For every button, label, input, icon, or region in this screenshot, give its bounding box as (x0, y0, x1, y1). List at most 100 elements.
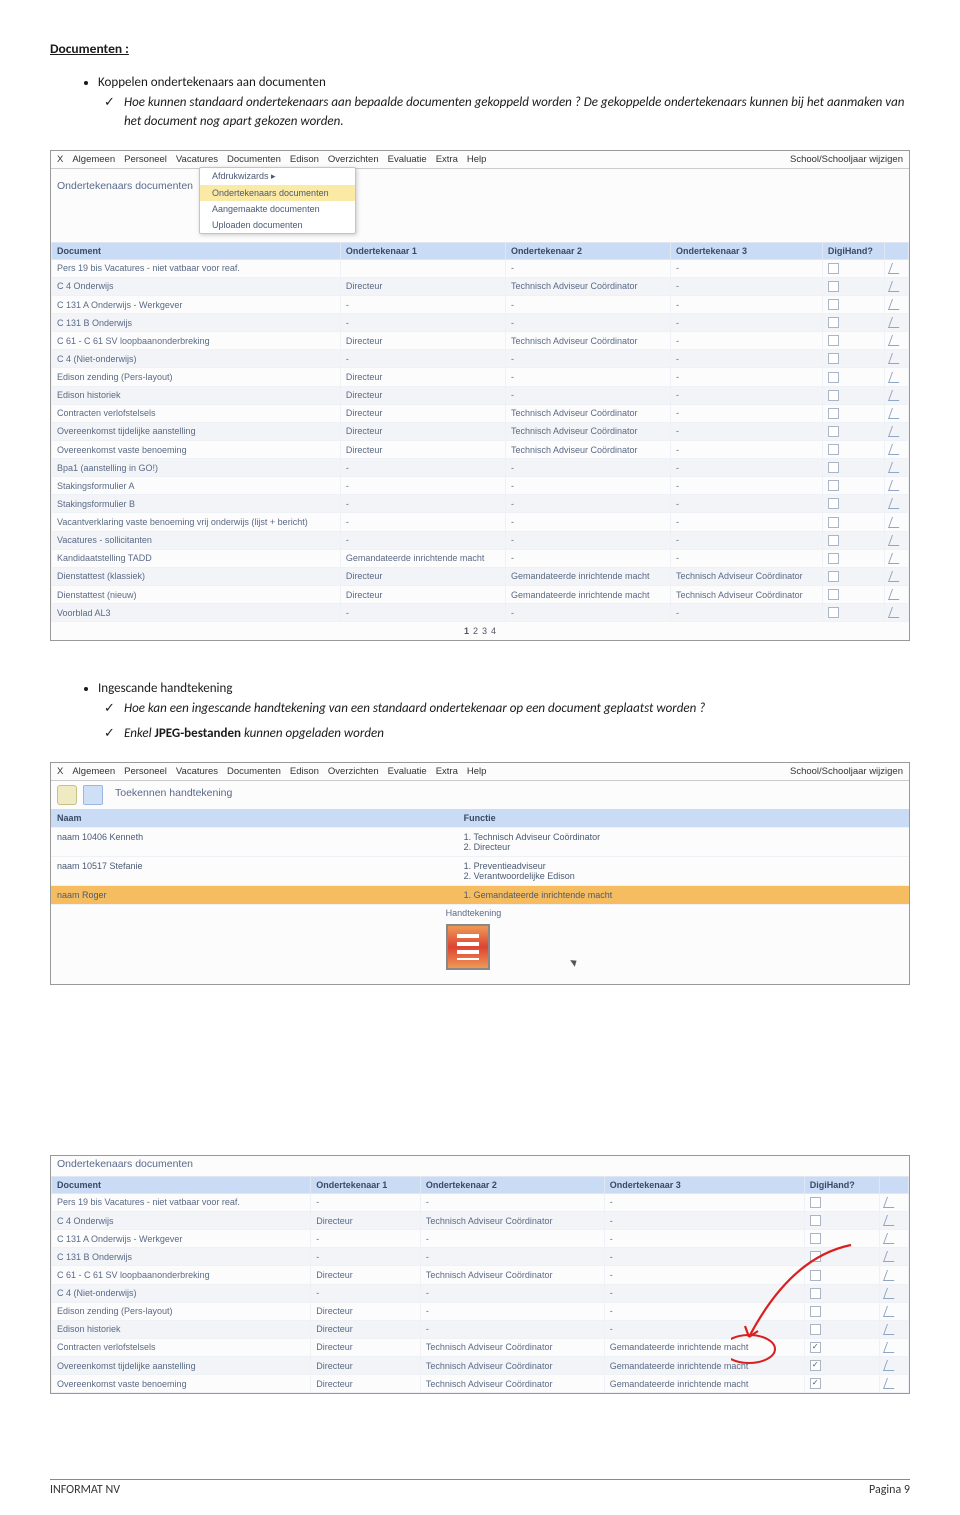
digihand-checkbox[interactable] (828, 263, 839, 274)
menu-right[interactable]: School/Schooljaar wijzigen (790, 154, 903, 165)
digihand-checkbox[interactable] (810, 1215, 821, 1226)
toolbar-icon[interactable] (57, 785, 77, 805)
table-row[interactable]: Overeenkomst tijdelijke aanstellingDirec… (52, 1357, 909, 1375)
digihand-checkbox[interactable] (810, 1342, 821, 1353)
digihand-checkbox[interactable] (828, 408, 839, 419)
edit-icon[interactable] (888, 444, 903, 455)
digihand-checkbox[interactable] (810, 1270, 821, 1281)
digihand-checkbox[interactable] (828, 281, 839, 292)
table-row[interactable]: C 131 A Onderwijs - Werkgever--- (52, 1230, 909, 1248)
edit-icon[interactable] (883, 1233, 898, 1244)
edit-icon[interactable] (883, 1288, 898, 1299)
menu-right[interactable]: School/Schooljaar wijzigen (790, 766, 903, 777)
digihand-checkbox[interactable] (810, 1233, 821, 1244)
edit-icon[interactable] (888, 607, 903, 618)
menu-personeel[interactable]: Personeel (124, 154, 167, 165)
dropdown-item[interactable]: Ondertekenaars documenten (200, 185, 355, 201)
edit-icon[interactable] (888, 462, 903, 473)
edit-icon[interactable] (888, 517, 903, 528)
digihand-checkbox[interactable] (828, 317, 839, 328)
edit-icon[interactable] (888, 372, 903, 383)
digihand-checkbox[interactable] (828, 462, 839, 473)
menu-documenten[interactable]: Documenten (227, 154, 281, 165)
digihand-checkbox[interactable] (810, 1251, 821, 1262)
table-row[interactable]: Dienstattest (klassiek)DirecteurGemandat… (52, 567, 909, 585)
edit-icon[interactable] (883, 1324, 898, 1335)
digihand-checkbox[interactable] (828, 444, 839, 455)
edit-icon[interactable] (883, 1270, 898, 1281)
table-row[interactable]: Overeenkomst vaste benoemingDirecteurTec… (52, 440, 909, 458)
menu-x[interactable]: X (57, 154, 63, 165)
pager-link[interactable]: 4 (491, 626, 496, 636)
digihand-checkbox[interactable] (828, 390, 839, 401)
edit-icon[interactable] (883, 1215, 898, 1226)
dropdown-item[interactable]: Afdrukwizards ▸ (200, 168, 355, 185)
table-row[interactable]: C 4 OnderwijsDirecteurTechnisch Adviseur… (52, 277, 909, 295)
menu-help[interactable]: Help (467, 766, 487, 777)
table-row[interactable]: Stakingsformulier A--- (52, 477, 909, 495)
digihand-checkbox[interactable] (828, 335, 839, 346)
table-row[interactable]: C 131 B Onderwijs--- (52, 1248, 909, 1266)
edit-icon[interactable] (888, 353, 903, 364)
edit-icon[interactable] (883, 1378, 898, 1389)
digihand-checkbox[interactable] (828, 589, 839, 600)
edit-icon[interactable] (888, 498, 903, 509)
edit-icon[interactable] (888, 390, 903, 401)
table-row[interactable]: Edison historiekDirecteur-- (52, 386, 909, 404)
edit-icon[interactable] (888, 535, 903, 546)
digihand-checkbox[interactable] (828, 372, 839, 383)
menu-personeel[interactable]: Personeel (124, 766, 167, 777)
pager[interactable]: 1234 (51, 622, 909, 640)
table-row[interactable]: Edison zending (Pers-layout)Directeur-- (52, 1302, 909, 1320)
table-row[interactable]: Contracten verlofstelselsDirecteurTechni… (52, 404, 909, 422)
digihand-checkbox[interactable] (828, 353, 839, 364)
menu-help[interactable]: Help (467, 154, 487, 165)
digihand-checkbox[interactable] (828, 607, 839, 618)
dropdown-item[interactable]: Uploaden documenten (200, 217, 355, 233)
edit-icon[interactable] (888, 281, 903, 292)
digihand-checkbox[interactable] (810, 1378, 821, 1389)
edit-icon[interactable] (888, 571, 903, 582)
table-row[interactable]: Overeenkomst tijdelijke aanstellingDirec… (52, 422, 909, 440)
table-row[interactable]: C 61 - C 61 SV loopbaanonderbrekingDirec… (52, 332, 909, 350)
signature-thumbnail[interactable] (446, 924, 490, 970)
table-row[interactable]: Pers 19 bis Vacatures - niet vatbaar voo… (52, 1193, 909, 1211)
documenten-dropdown[interactable]: Afdrukwizards ▸Ondertekenaars documenten… (199, 167, 356, 234)
menu-vacatures[interactable]: Vacatures (176, 154, 218, 165)
table-row[interactable]: C 4 (Niet-onderwijs)--- (52, 350, 909, 368)
digihand-checkbox[interactable] (828, 426, 839, 437)
table-row[interactable]: C 61 - C 61 SV loopbaanonderbrekingDirec… (52, 1266, 909, 1284)
digihand-checkbox[interactable] (828, 498, 839, 509)
digihand-checkbox[interactable] (828, 553, 839, 564)
menu-edison[interactable]: Edison (290, 154, 319, 165)
table-row[interactable]: Overeenkomst vaste benoemingDirecteurTec… (52, 1375, 909, 1393)
edit-icon[interactable] (888, 335, 903, 346)
digihand-checkbox[interactable] (810, 1306, 821, 1317)
menu-algemeen[interactable]: Algemeen (72, 154, 115, 165)
edit-icon[interactable] (888, 317, 903, 328)
table-row[interactable]: C 4 (Niet-onderwijs)--- (52, 1284, 909, 1302)
edit-icon[interactable] (883, 1306, 898, 1317)
menu-evaluatie[interactable]: Evaluatie (388, 766, 427, 777)
edit-icon[interactable] (888, 426, 903, 437)
menu-edison[interactable]: Edison (290, 766, 319, 777)
digihand-checkbox[interactable] (828, 480, 839, 491)
signature-row[interactable]: naam Roger1. Gemandateerde inrichtende m… (51, 886, 909, 905)
pager-link[interactable]: 1 (464, 626, 469, 636)
table-row[interactable]: Voorblad AL3--- (52, 604, 909, 622)
menu-overzichten[interactable]: Overzichten (328, 154, 379, 165)
table-row[interactable]: Edison zending (Pers-layout)Directeur-- (52, 368, 909, 386)
edit-icon[interactable] (883, 1251, 898, 1262)
digihand-checkbox[interactable] (828, 299, 839, 310)
menu-vacatures[interactable]: Vacatures (176, 766, 218, 777)
menu-overzichten[interactable]: Overzichten (328, 766, 379, 777)
pager-link[interactable]: 2 (473, 626, 478, 636)
table-row[interactable]: Pers 19 bis Vacatures - niet vatbaar voo… (52, 259, 909, 277)
digihand-checkbox[interactable] (828, 571, 839, 582)
dropdown-item[interactable]: Aangemaakte documenten (200, 201, 355, 217)
digihand-checkbox[interactable] (810, 1360, 821, 1371)
edit-icon[interactable] (83, 785, 103, 805)
menu-evaluatie[interactable]: Evaluatie (388, 154, 427, 165)
edit-icon[interactable] (888, 553, 903, 564)
table-row[interactable]: C 131 B Onderwijs--- (52, 314, 909, 332)
